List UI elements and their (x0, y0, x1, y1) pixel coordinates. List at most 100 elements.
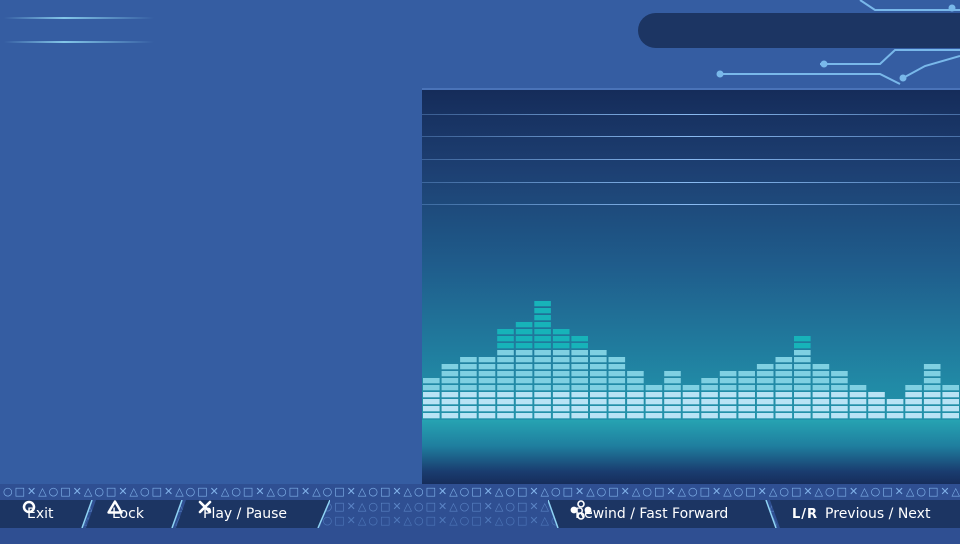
spectrum-segment (905, 406, 922, 412)
spectrum-segment (497, 413, 514, 419)
play-pause-button[interactable]: Play / Pause (198, 500, 287, 528)
spectrum-bar (701, 378, 718, 419)
spectrum-bar (868, 392, 885, 419)
spectrum-segment (497, 350, 514, 356)
spectrum-segment (497, 343, 514, 349)
spectrum-segment (460, 357, 477, 363)
spectrum-segment (831, 413, 848, 419)
spectrum-segment (441, 392, 459, 398)
spectrum-segment (775, 399, 793, 405)
spectrum-segment (923, 406, 941, 412)
spectrum-segment (497, 385, 514, 391)
spectrum-segment (794, 357, 811, 363)
spectrum-segment (515, 378, 533, 384)
spectrum-segment (756, 399, 774, 405)
spectrum-segment (682, 392, 700, 398)
spectrum-segment (571, 399, 588, 405)
spectrum-segment (923, 399, 941, 405)
spectrum-segment (515, 413, 533, 419)
spectrum-bar (590, 350, 607, 419)
spectrum-segment (515, 357, 533, 363)
spectrum-segment (478, 413, 496, 419)
spectrum-segment (571, 364, 588, 370)
spectrum-segment (460, 392, 477, 398)
spectrum-segment (886, 406, 904, 412)
spectrum-bar (905, 385, 922, 419)
spectrum-segment (756, 406, 774, 412)
spectrum-segment (794, 399, 811, 405)
spectrum-segment (886, 413, 904, 419)
lock-button[interactable]: Lock (107, 500, 144, 528)
spectrum-segment (794, 364, 811, 370)
spectrum-segment (441, 378, 459, 384)
spectrum-bar (831, 371, 848, 419)
spectrum-bar (886, 399, 904, 419)
spectrum-segment (571, 371, 588, 377)
spectrum-segment (794, 378, 811, 384)
spectrum-segment (775, 378, 793, 384)
spectrum-segment (478, 385, 496, 391)
spectrum-segment (571, 385, 588, 391)
spectrum-segment (552, 371, 570, 377)
exit-button[interactable]: Exit (22, 500, 54, 528)
spectrum-segment (664, 392, 681, 398)
spectrum-segment (868, 399, 885, 405)
spectrum-segment (534, 322, 551, 328)
spectrum-segment (794, 392, 811, 398)
previous-next-button[interactable]: L/R Previous / Next (792, 500, 930, 528)
spectrum-bar (794, 336, 811, 419)
spectrum-segment (552, 357, 570, 363)
spectrum-segment (552, 350, 570, 356)
spectrum-segment (515, 385, 533, 391)
spectrum-segment (441, 385, 459, 391)
spectrum-segment (590, 350, 607, 356)
spectrum-segment (719, 378, 737, 384)
spectrum-segment (645, 392, 663, 398)
spectrum-segment (497, 378, 514, 384)
spectrum-segment (497, 336, 514, 342)
spectrum-segment (534, 385, 551, 391)
spectrum-segment (590, 406, 607, 412)
spectrum-segment (534, 329, 551, 335)
spectrum-segment (627, 385, 644, 391)
spectrum-bar (942, 385, 959, 419)
spectrum-segment (608, 392, 626, 398)
spectrum-segment (590, 392, 607, 398)
spectrum-segment (534, 343, 551, 349)
spectrum-segment (905, 399, 922, 405)
spectrum-segment (905, 392, 922, 398)
spectrum-segment (831, 385, 848, 391)
spectrum-bar (738, 371, 755, 419)
spectrum-segment (497, 329, 514, 335)
spectrum-segment (775, 364, 793, 370)
spectrum-segment (497, 406, 514, 412)
spectrum-segment (608, 413, 626, 419)
spectrum-segment (886, 399, 904, 405)
spectrum-segment (738, 413, 755, 419)
spectrum-segment (534, 308, 551, 314)
spectrum-segment (460, 371, 477, 377)
spectrum-segment (534, 378, 551, 384)
spectrum-bar (571, 336, 588, 419)
rewind-fast-forward-button[interactable]: Rewind / Fast Forward (570, 500, 728, 528)
spectrum-segment (775, 385, 793, 391)
spectrum-segment (645, 406, 663, 412)
spectrum-segment (664, 413, 681, 419)
spectrum-segment (849, 385, 867, 391)
spectrum-segment (701, 392, 718, 398)
rewind-fast-forward-label: Rewind / Fast Forward (575, 506, 729, 522)
spectrum-segment (831, 399, 848, 405)
spectrum-segment (794, 343, 811, 349)
spectrum-segment (571, 357, 588, 363)
spectrum-segment (515, 399, 533, 405)
spectrum-segment (590, 399, 607, 405)
spectrum-segment (756, 378, 774, 384)
spectrum-segment (664, 406, 681, 412)
spectrum-segment (552, 399, 570, 405)
spectrum-segment (534, 406, 551, 412)
spectrum-segment (923, 371, 941, 377)
spectrum-segment (868, 392, 885, 398)
spectrum-segment (682, 413, 700, 419)
previous-next-label: Previous / Next (825, 506, 931, 522)
spectrum-bar (460, 357, 477, 419)
